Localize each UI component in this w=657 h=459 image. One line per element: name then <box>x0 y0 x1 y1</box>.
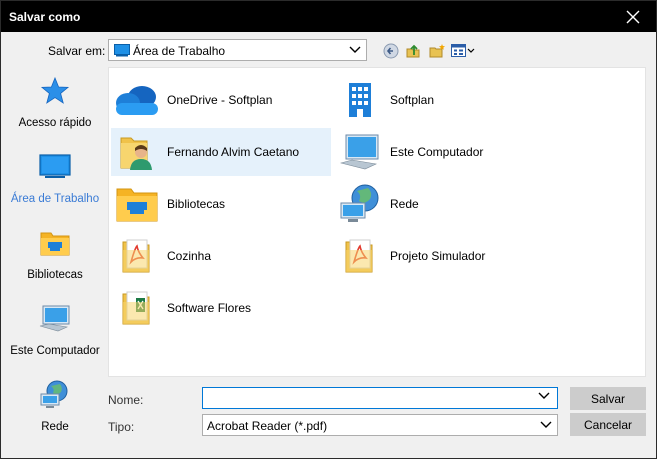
place-label: Rede <box>41 421 69 433</box>
close-button[interactable] <box>610 1 656 32</box>
onedrive-icon <box>116 86 158 115</box>
item-label: Rede <box>390 197 419 211</box>
building-icon <box>349 83 371 117</box>
dialog-title: Salvar como <box>9 10 81 24</box>
place-label: Bibliotecas <box>27 269 83 281</box>
item-label: Cozinha <box>167 249 212 263</box>
file-name-input[interactable] <box>202 387 558 409</box>
file-list: OneDrive - Softplan Softplan Fernando Al… <box>108 67 646 377</box>
list-item[interactable]: Este Computador <box>334 128 554 176</box>
item-label: Bibliotecas <box>167 197 226 211</box>
place-desktop[interactable]: Área de Trabalho <box>5 143 105 215</box>
computer-icon <box>340 134 379 170</box>
item-label: OneDrive - Softplan <box>167 93 273 107</box>
new-folder-button[interactable] <box>427 41 447 61</box>
user-folder-icon <box>120 137 152 170</box>
network-icon <box>40 380 68 408</box>
new-folder-icon <box>429 44 445 58</box>
libraries-icon <box>116 188 158 222</box>
pdf-folder-icon <box>345 239 373 273</box>
place-network[interactable]: Rede <box>5 371 105 443</box>
computer-icon <box>39 305 70 332</box>
libraries-icon <box>40 232 70 256</box>
save-in-value: Área de Trabalho <box>133 44 226 58</box>
place-this-pc[interactable]: Este Computador <box>5 295 105 367</box>
place-label: Este Computador <box>10 345 100 357</box>
chevron-down-icon <box>538 392 550 399</box>
up-folder-button[interactable] <box>403 41 423 61</box>
place-label: Acesso rápido <box>18 117 92 129</box>
title-bar: Salvar como <box>1 1 656 32</box>
pdf-folder-icon <box>122 239 150 273</box>
desktop-icon <box>39 154 71 178</box>
chevron-down-icon <box>348 44 362 59</box>
view-menu-icon <box>451 44 475 57</box>
item-label: Software Flores <box>167 301 252 315</box>
name-label: Nome: <box>108 393 144 407</box>
view-menu-button[interactable] <box>450 41 476 61</box>
back-icon <box>383 43 399 59</box>
network-icon <box>340 184 379 222</box>
type-label: Tipo: <box>108 420 135 434</box>
list-item[interactable]: OneDrive - Softplan <box>111 76 331 124</box>
desktop-icon <box>114 44 130 60</box>
list-item[interactable]: Fernando Alvim Caetano <box>111 128 331 176</box>
chevron-down-icon <box>539 419 553 434</box>
places-bar: Acesso rápido Área de Trabalho Bibliotec… <box>5 67 105 452</box>
save-in-dropdown[interactable]: Área de Trabalho <box>108 39 367 61</box>
file-name-dropdown[interactable] <box>537 390 551 405</box>
place-label: Área de Trabalho <box>10 193 100 205</box>
cancel-button[interactable]: Cancelar <box>570 413 646 436</box>
item-label: Fernando Alvim Caetano <box>167 145 300 159</box>
list-item[interactable]: Softplan <box>334 76 554 124</box>
back-button[interactable] <box>381 41 401 61</box>
up-folder-icon <box>406 44 420 58</box>
item-label: Este Computador <box>390 145 484 159</box>
list-item[interactable]: Cozinha <box>111 232 331 280</box>
close-icon <box>626 10 640 23</box>
save-in-label: Salvar em: <box>48 44 106 58</box>
list-item[interactable]: Software Flores <box>111 284 331 332</box>
save-button[interactable]: Salvar <box>570 387 646 410</box>
file-type-value: Acrobat Reader (*.pdf) <box>207 419 328 433</box>
item-label: Softplan <box>390 93 435 107</box>
file-type-dropdown[interactable]: Acrobat Reader (*.pdf) <box>202 414 558 436</box>
list-item[interactable]: Bibliotecas <box>111 180 331 228</box>
place-libraries[interactable]: Bibliotecas <box>5 219 105 291</box>
excel-folder-icon <box>122 291 150 325</box>
item-label: Projeto Simulador <box>390 249 486 263</box>
place-quick-access[interactable]: Acesso rápido <box>5 67 105 139</box>
save-as-dialog: Salvar como Salvar em: Área de Trabalho … <box>0 0 657 459</box>
list-item[interactable]: Projeto Simulador <box>334 232 554 280</box>
star-icon <box>40 76 70 104</box>
list-item[interactable]: Rede <box>334 180 554 228</box>
